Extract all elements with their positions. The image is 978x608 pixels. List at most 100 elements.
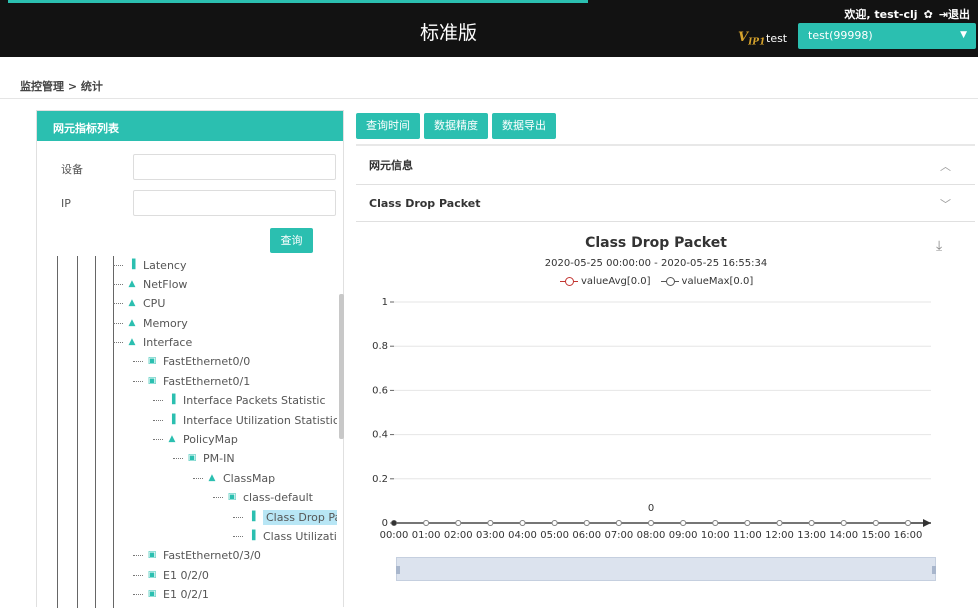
tenant-select-value: test(99998) bbox=[808, 29, 873, 42]
chevron-down-icon[interactable]: ﹀ bbox=[940, 196, 951, 212]
tree-node[interactable]: ▣ E1 0/2/1 bbox=[133, 585, 209, 603]
tree-node[interactable]: ▣ FastEthernet0/3/0 bbox=[133, 546, 261, 564]
tree-node-label: PolicyMap bbox=[183, 432, 238, 446]
tree-node[interactable]: ▲ CPU bbox=[113, 294, 165, 312]
tree-node-label: Class Drop Pack bbox=[263, 509, 337, 525]
chart-legend: valueAvg[0.0] valueMax[0.0] bbox=[560, 276, 753, 287]
data-export-button[interactable]: 数据导出 bbox=[492, 113, 556, 139]
y-tick-label: 0.8 bbox=[372, 341, 388, 352]
line-chart: 00.20.40.60.8100:00 01:00 02:00 03:00 04:00 0… bbox=[372, 297, 931, 541]
legend-item-avg[interactable]: valueAvg[0.0] bbox=[560, 276, 651, 287]
house-icon: ▲ bbox=[128, 318, 136, 328]
x-tick-label: 00:00 bbox=[380, 530, 409, 541]
chart-title: Class Drop Packet bbox=[585, 235, 727, 251]
datazoom-right-handle[interactable] bbox=[932, 566, 936, 574]
y-tick-label: 1 bbox=[382, 297, 388, 308]
tree-connector bbox=[113, 264, 123, 266]
house-icon: ▲ bbox=[128, 337, 136, 347]
tenant-select[interactable]: test(99998) ▼ bbox=[798, 23, 976, 49]
x-tick-label: 12:00 bbox=[765, 530, 794, 541]
bar-icon: ▐ bbox=[168, 395, 176, 405]
device-label: 设备 bbox=[61, 163, 83, 176]
breadcrumb: 监控管理 > 统计 bbox=[20, 80, 103, 93]
tree-node[interactable]: ▐ Interface Packets Statistic bbox=[153, 391, 326, 409]
data-point bbox=[872, 520, 879, 526]
tree-connector bbox=[213, 496, 223, 498]
data-precision-button[interactable]: 数据精度 bbox=[424, 113, 488, 139]
tree-node[interactable]: ▲ ClassMap bbox=[193, 469, 275, 487]
house-icon: ▲ bbox=[128, 298, 136, 308]
tree-node-label: CPU bbox=[143, 296, 166, 310]
logout-button[interactable]: ⇥退出 bbox=[939, 6, 970, 22]
tree-node[interactable]: ▲ Memory bbox=[113, 314, 188, 332]
tree-connector bbox=[193, 477, 203, 479]
house-icon: ▲ bbox=[168, 434, 176, 444]
data-point bbox=[744, 520, 751, 526]
folder-icon: ▣ bbox=[147, 570, 157, 580]
x-tick-label: 02:00 bbox=[444, 530, 473, 541]
tree-node[interactable]: ▐ Class Drop Pack bbox=[233, 508, 337, 526]
bar-icon: ▐ bbox=[248, 531, 256, 541]
user-welcome: 欢迎, test-clj ✿ ⇥退出 bbox=[844, 6, 970, 22]
ne-info-section-title[interactable]: 网元信息 bbox=[369, 157, 413, 173]
tree-connector bbox=[153, 438, 163, 440]
tree-node[interactable]: ▲ NetFlow bbox=[113, 275, 187, 293]
tree-connector bbox=[133, 554, 143, 556]
tree-node[interactable]: ▲ PolicyMap bbox=[153, 430, 238, 448]
data-point bbox=[840, 520, 847, 526]
device-input[interactable] bbox=[133, 154, 336, 180]
tree-node-label: ClassMap bbox=[223, 471, 276, 485]
folder-icon: ▣ bbox=[147, 376, 157, 386]
ip-input[interactable] bbox=[133, 190, 336, 216]
bar-icon: ▐ bbox=[128, 260, 136, 270]
tree-connector bbox=[173, 457, 183, 459]
x-tick-label: 16:00 bbox=[894, 530, 923, 541]
tree-node[interactable]: ▲ Interface bbox=[113, 333, 192, 351]
x-tick-label: 11:00 bbox=[733, 530, 762, 541]
origin-point bbox=[391, 520, 397, 526]
tree-connector bbox=[133, 593, 143, 595]
x-tick-label: 10:00 bbox=[701, 530, 730, 541]
x-tick-label: 04:00 bbox=[508, 530, 537, 541]
tree-node[interactable]: ▣ FastEthernet0/1 bbox=[133, 372, 250, 390]
x-tick-label: 15:00 bbox=[861, 530, 890, 541]
class-drop-section-title[interactable]: Class Drop Packet bbox=[369, 197, 480, 210]
tree-node[interactable]: ▣ FastEthernet0/0 bbox=[133, 352, 250, 370]
y-tick-label: 0 bbox=[382, 518, 388, 529]
data-point bbox=[808, 520, 815, 526]
tree-node[interactable]: ▐ Class Utilization bbox=[233, 527, 337, 545]
x-tick-label: 09:00 bbox=[669, 530, 698, 541]
legend-avg-label: valueAvg[0.0] bbox=[581, 276, 651, 287]
legend-max-symbol bbox=[660, 277, 679, 286]
divider bbox=[356, 184, 975, 185]
download-icon[interactable]: ⤓ bbox=[936, 238, 942, 254]
logout-icon: ⇥ bbox=[938, 8, 948, 21]
gear-icon[interactable]: ✿ bbox=[924, 8, 933, 21]
query-time-button[interactable]: 查询时间 bbox=[356, 113, 420, 139]
divider bbox=[356, 144, 975, 146]
query-button[interactable]: 查询 bbox=[270, 228, 313, 253]
tree-scrollbar[interactable] bbox=[339, 294, 344, 439]
tree-node-label: Interface bbox=[143, 335, 193, 349]
tree-node[interactable]: ▣ class-default bbox=[213, 488, 313, 506]
data-point bbox=[680, 520, 687, 526]
tree-node-label: E1 0/2/1 bbox=[163, 587, 209, 601]
tree-node[interactable]: ▐ Interface Utilization Statistic bbox=[153, 411, 337, 429]
tree-node[interactable]: ▣ E1 0/2/0 bbox=[133, 566, 209, 584]
x-tick-label: 01:00 bbox=[412, 530, 441, 541]
folder-icon: ▣ bbox=[147, 356, 157, 366]
chevron-up-icon[interactable]: ︿ bbox=[940, 158, 951, 174]
datazoom-left-handle[interactable] bbox=[396, 566, 400, 574]
folder-icon: ▣ bbox=[147, 550, 157, 560]
y-tick-label: 0.4 bbox=[372, 430, 388, 441]
tree-connector bbox=[133, 574, 143, 576]
tree-node[interactable]: ▐ Latency bbox=[113, 256, 186, 274]
chart-datazoom-slider[interactable] bbox=[396, 557, 936, 581]
data-point bbox=[776, 520, 783, 526]
data-point bbox=[712, 520, 719, 526]
vip-badge-icon: VIP1 bbox=[738, 30, 766, 48]
tree-node[interactable]: ▣ PM-IN bbox=[173, 449, 235, 467]
legend-item-max[interactable]: valueMax[0.0] bbox=[660, 276, 753, 287]
tree-node-label: Memory bbox=[143, 316, 188, 330]
toolbar: 查询时间 数据精度 数据导出 bbox=[356, 113, 556, 139]
